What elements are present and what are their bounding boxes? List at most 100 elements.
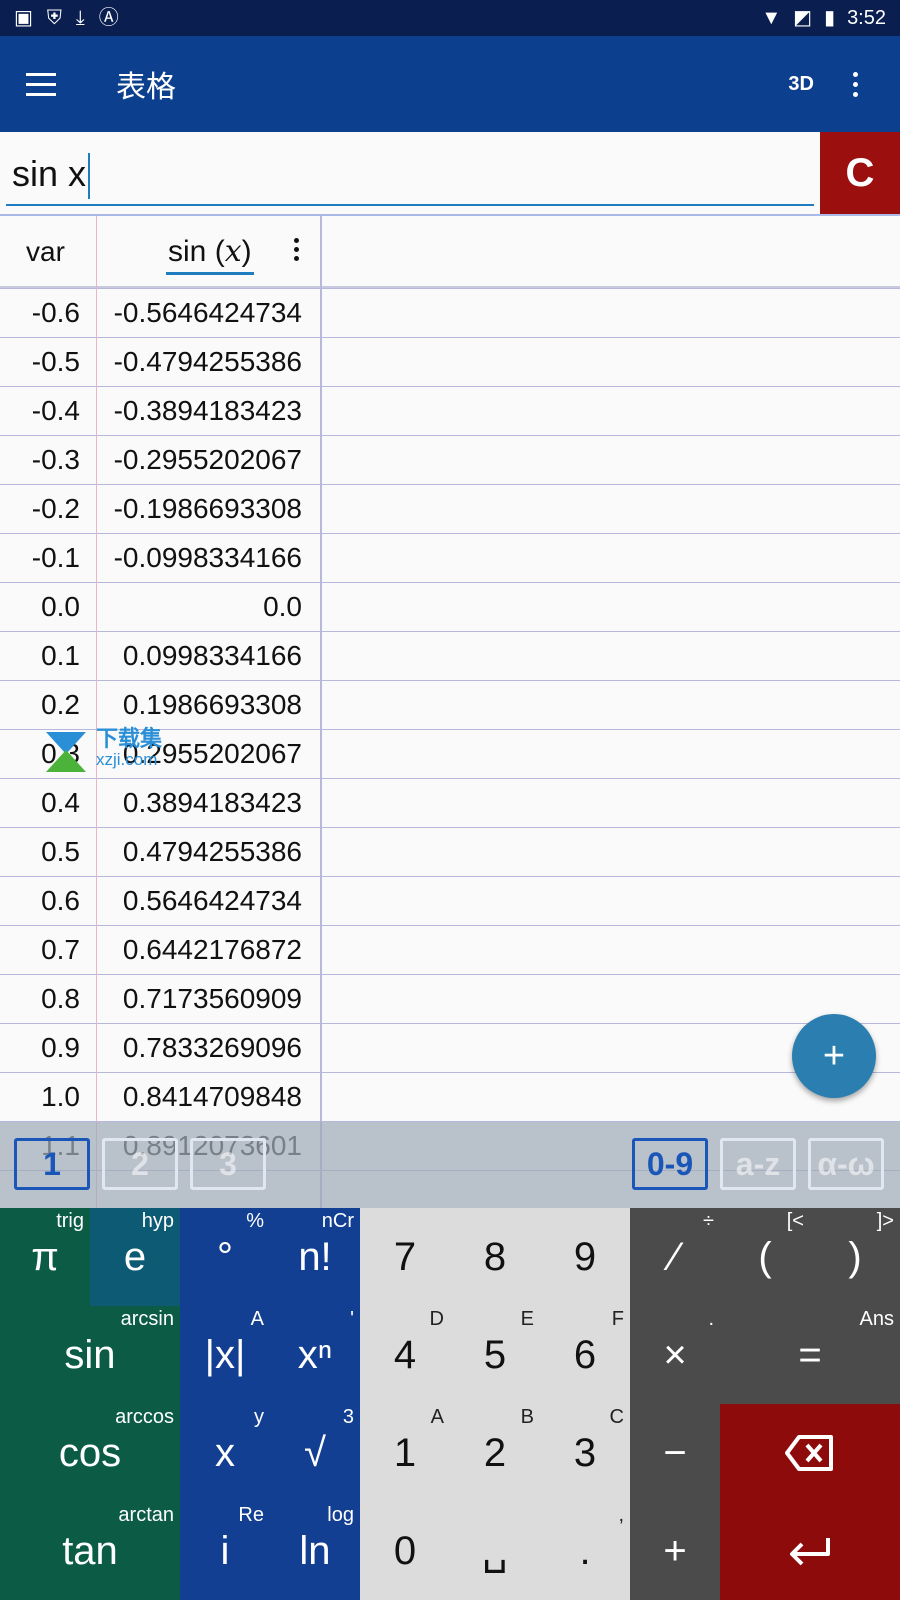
key-5[interactable]: 5E — [450, 1306, 540, 1404]
keyboard-digits-tab[interactable]: 0-9 — [632, 1138, 708, 1190]
key-label: sin — [64, 1332, 116, 1377]
key-sublabel: nCr — [321, 1210, 354, 1232]
3d-button[interactable]: 3D — [788, 73, 814, 96]
key-degree[interactable]: °% — [180, 1208, 270, 1306]
keyboard-letters-tab[interactable]: a-z — [720, 1138, 796, 1190]
table-row[interactable]: 1.0 0.8414709848 — [0, 1073, 900, 1122]
table-row[interactable]: 0.8 0.7173560909 — [0, 975, 900, 1024]
keyboard-page-1[interactable]: 1 — [14, 1138, 90, 1190]
key-0[interactable]: 0 — [360, 1502, 450, 1600]
table-row[interactable]: 0.9 0.7833269096 — [0, 1024, 900, 1073]
add-button[interactable]: + — [792, 1014, 876, 1098]
key-sublabel: Ans — [859, 1308, 894, 1330]
cell-value: 0.3894183423 — [122, 787, 302, 818]
key-3[interactable]: 3C — [540, 1404, 630, 1502]
key-x[interactable]: xy — [180, 1404, 270, 1502]
table-row[interactable]: 0.0 0.0 — [0, 583, 900, 632]
key-6[interactable]: 6F — [540, 1306, 630, 1404]
column-header-var[interactable]: var — [0, 216, 96, 288]
table-row[interactable]: 0.1 0.0998334166 — [0, 632, 900, 681]
column-header-function[interactable]: sin (x) — [96, 216, 320, 288]
key-cos[interactable]: cos arccos — [0, 1404, 180, 1502]
table-row[interactable]: -0.3 -0.2955202067 — [0, 436, 900, 485]
key-abs[interactable]: |x| A — [180, 1306, 270, 1404]
key-4[interactable]: 4D — [360, 1306, 450, 1404]
cell-var: -0.5 — [31, 346, 80, 377]
cell-var: 0.1 — [41, 640, 80, 671]
key-label: 1 — [393, 1430, 417, 1475]
enter-icon — [790, 1538, 830, 1566]
key-8[interactable]: 8 — [450, 1208, 540, 1306]
keyboard-page-2[interactable]: 2 — [102, 1138, 178, 1190]
table-row[interactable]: -0.1 -0.0998334166 — [0, 534, 900, 583]
key-ln[interactable]: ln log — [270, 1502, 360, 1600]
key-backspace[interactable] — [720, 1404, 900, 1502]
key-label: ) — [848, 1234, 862, 1279]
table-row[interactable]: -0.2 -0.1986693308 — [0, 485, 900, 534]
watermark-line2: xzji.com — [96, 750, 158, 769]
key-factorial[interactable]: n! nCr — [270, 1208, 360, 1306]
cell-value: 0.7173560909 — [122, 983, 302, 1014]
key-pi[interactable]: π trig — [0, 1208, 90, 1306]
key-label: xⁿ — [297, 1332, 333, 1377]
key-tan[interactable]: tan arctan — [0, 1502, 180, 1600]
key-equals[interactable]: = Ans — [720, 1306, 900, 1404]
table-header: var sin (x) — [0, 216, 900, 288]
key-sublabel: log — [327, 1504, 354, 1526]
cell-value: 0.8414709848 — [122, 1081, 302, 1112]
key-7[interactable]: 7 — [360, 1208, 450, 1306]
key-2[interactable]: 2B — [450, 1404, 540, 1502]
menu-icon[interactable] — [26, 36, 80, 132]
key-minus[interactable]: − — [630, 1404, 720, 1502]
key-e[interactable]: e hyp — [90, 1208, 180, 1306]
table-row[interactable]: -0.6 -0.5646424734 — [0, 289, 900, 338]
key-divide[interactable]: ⁄ ÷ — [630, 1208, 720, 1306]
key-plus[interactable]: + — [630, 1502, 720, 1600]
expression-input[interactable]: sin x — [6, 142, 814, 206]
table-row[interactable]: 0.4 0.3894183423 — [0, 779, 900, 828]
cell-var: -0.6 — [31, 297, 80, 328]
keypad: π trig e hyp °% n! nCr 7 8 9 ⁄ ÷ ([< ) ]> sin… — [0, 1208, 900, 1600]
key-label: ln — [299, 1528, 331, 1573]
key-multiply[interactable]: ×. — [630, 1306, 720, 1404]
key-1[interactable]: 1A — [360, 1404, 450, 1502]
table-row[interactable]: -0.5 -0.4794255386 — [0, 338, 900, 387]
clear-button[interactable]: C — [820, 132, 900, 214]
key-i[interactable]: i Re — [180, 1502, 270, 1600]
keyboard-page-3[interactable]: 3 — [190, 1138, 266, 1190]
table-row[interactable]: 0.6 0.5646424734 — [0, 877, 900, 926]
key-label: + — [663, 1528, 687, 1573]
key-sin[interactable]: sin arcsin — [0, 1306, 180, 1404]
key-power[interactable]: xⁿ ' — [270, 1306, 360, 1404]
download-icon: ⤓ — [75, 7, 85, 29]
key-label: tan — [62, 1528, 118, 1573]
key-sublabel: arctan — [118, 1504, 174, 1526]
key-sublabel: 3 — [342, 1406, 354, 1428]
key-sublabel: ]> — [876, 1210, 894, 1232]
watermark-text: 下载集 xzji.com — [96, 729, 162, 770]
key-sqrt[interactable]: √ 3 — [270, 1404, 360, 1502]
text-cursor — [88, 153, 91, 200]
more-options-icon[interactable] — [850, 71, 860, 97]
table-row[interactable]: 0.5 0.4794255386 — [0, 828, 900, 877]
key-label: i — [220, 1528, 230, 1573]
column-menu-icon[interactable] — [294, 238, 302, 261]
key-enter[interactable] — [720, 1502, 900, 1600]
cell-var: 0.7 — [41, 934, 80, 965]
key-space[interactable]: ␣ — [450, 1502, 540, 1600]
key-label: 9 — [573, 1234, 597, 1279]
key-left-paren[interactable]: ([< — [720, 1208, 810, 1306]
status-bar: ▣ ⛨ ⤓ Ⓐ ▼ ◩ ▮ 3:52 — [0, 0, 900, 36]
key-9[interactable]: 9 — [540, 1208, 630, 1306]
key-right-paren[interactable]: ) ]> — [810, 1208, 900, 1306]
table-row[interactable]: 0.2 0.1986693308 — [0, 681, 900, 730]
table-row[interactable]: -0.4 -0.3894183423 — [0, 387, 900, 436]
key-label: 3 — [573, 1430, 597, 1475]
keyboard-greek-tab[interactable]: α-ω — [808, 1138, 884, 1190]
table-row[interactable]: 0.7 0.6442176872 — [0, 926, 900, 975]
backspace-icon — [785, 1435, 833, 1471]
function-arg: x — [224, 234, 242, 269]
cell-var: -0.2 — [31, 493, 80, 524]
expression-text: sin x — [12, 153, 87, 194]
key-decimal[interactable]: ., — [540, 1502, 630, 1600]
